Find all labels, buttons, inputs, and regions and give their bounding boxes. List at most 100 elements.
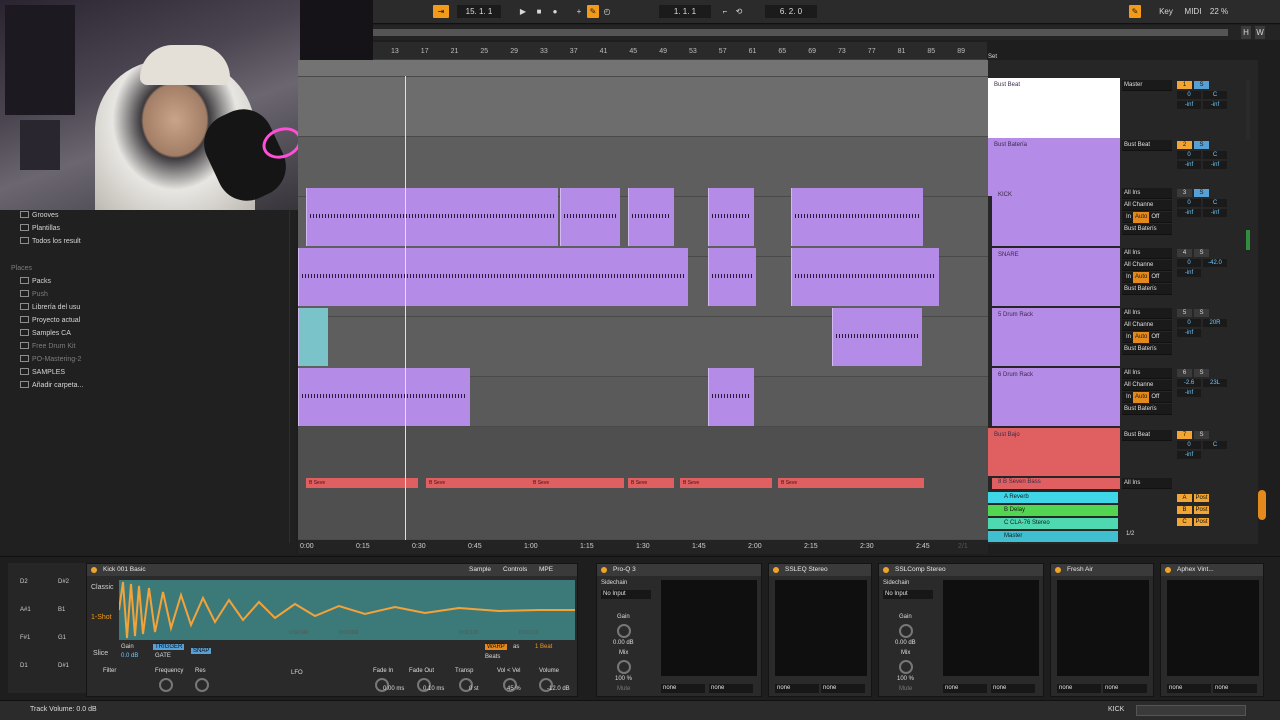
- master-routing[interactable]: 1/2: [1126, 531, 1134, 537]
- track-snare[interactable]: SNARE: [992, 248, 1120, 306]
- filter-toggle[interactable]: Filter: [103, 668, 116, 674]
- send-a[interactable]: -inf: [1177, 161, 1201, 169]
- mix-value[interactable]: 100 %: [615, 676, 632, 682]
- solo-button[interactable]: S: [1194, 189, 1209, 197]
- clip-snare[interactable]: [791, 248, 939, 306]
- send-b[interactable]: -inf: [1203, 209, 1227, 217]
- track-drum-rack-5[interactable]: 5 Drum Rack: [992, 308, 1120, 366]
- send-b[interactable]: -inf: [1203, 101, 1227, 109]
- device-title[interactable]: Aphex Vint...: [1161, 564, 1263, 576]
- overdub-icon[interactable]: +: [573, 5, 585, 18]
- device-activator-icon[interactable]: [601, 567, 607, 573]
- clip-bass[interactable]: B Seve: [530, 478, 624, 488]
- playhead[interactable]: [405, 76, 406, 542]
- browser-item-samples-ca[interactable]: Samples CA: [20, 328, 71, 340]
- loop-length-field[interactable]: 6. 2. 0: [765, 5, 817, 18]
- waveform-display[interactable]: 0:00:040 0:00:060 0:00:100 0:00:120: [118, 580, 575, 640]
- volume-value[interactable]: -12.0 dB: [547, 686, 570, 692]
- clip-bass[interactable]: B Seve: [778, 478, 924, 488]
- arrangement-view[interactable]: B Seve B Seve B Seve B Seve B Seve B Sev…: [298, 60, 988, 540]
- session-icon[interactable]: ◴: [601, 5, 613, 18]
- clip-kick[interactable]: [306, 188, 558, 246]
- input-type-select[interactable]: All Ins: [1122, 188, 1172, 199]
- post-button[interactable]: Post: [1194, 518, 1209, 526]
- mix-knob[interactable]: [899, 660, 913, 674]
- input-channel-select[interactable]: All Channe: [1122, 320, 1172, 331]
- mode-slice[interactable]: Slice: [93, 650, 108, 657]
- clip-bass[interactable]: B Seve: [306, 478, 418, 488]
- input-channel-select[interactable]: All Channe: [1122, 380, 1172, 391]
- track-bust-beat[interactable]: Bust Beat: [988, 78, 1120, 138]
- output-select[interactable]: Bust Baterís: [1122, 224, 1172, 235]
- lane-bust-beat[interactable]: [298, 60, 988, 77]
- pan-field[interactable]: C: [1203, 151, 1227, 159]
- gain-value[interactable]: 0.00 dB: [613, 640, 634, 646]
- pad[interactable]: D#1: [58, 663, 69, 669]
- device-title[interactable]: Pro-Q 3: [597, 564, 761, 576]
- monitor-switch[interactable]: In Auto Off: [1122, 272, 1172, 283]
- input-channel-select[interactable]: All Channe: [1122, 200, 1172, 211]
- pad[interactable]: G1: [58, 635, 66, 641]
- solo-button[interactable]: S: [1194, 81, 1209, 89]
- pan-field[interactable]: C: [1203, 441, 1227, 449]
- pan-field[interactable]: -42.0: [1203, 259, 1227, 267]
- input-type-select[interactable]: All Ins: [1122, 478, 1172, 489]
- track-kick[interactable]: KICK: [992, 188, 1120, 246]
- mode-classic[interactable]: Classic: [91, 584, 114, 591]
- browser-item-push[interactable]: Push: [20, 289, 48, 301]
- solo-button[interactable]: S: [1194, 141, 1209, 149]
- device-title[interactable]: SSLComp Stereo: [879, 564, 1043, 576]
- output-select[interactable]: Master: [1122, 80, 1172, 91]
- send-b[interactable]: -inf: [1203, 161, 1227, 169]
- browser-item-free-drum-kit[interactable]: Free Drum Kit: [20, 341, 76, 353]
- pad[interactable]: D2: [20, 579, 28, 585]
- device-activator-icon[interactable]: [883, 567, 889, 573]
- device-title[interactable]: Fresh Air: [1051, 564, 1153, 576]
- track-bust-bajo[interactable]: Bust Bajo: [988, 428, 1120, 476]
- selected-track-name[interactable]: KICK: [1108, 706, 1124, 713]
- clip-drum-rack-5[interactable]: [832, 308, 922, 366]
- mix-knob[interactable]: [617, 660, 631, 674]
- send-a[interactable]: -inf: [1177, 451, 1201, 459]
- lane-bust-bateria[interactable]: [298, 77, 988, 137]
- device-activator-icon[interactable]: [773, 567, 779, 573]
- track-activator[interactable]: 4: [1177, 249, 1192, 257]
- pad[interactable]: D1: [20, 663, 28, 669]
- output-select[interactable]: Bust Baterís: [1122, 344, 1172, 355]
- gain-value[interactable]: 0.00 dB: [895, 640, 916, 646]
- time-ruler[interactable]: 2/1 0:00 0:15 0:30 0:45 1:00 1:15 1:30 1:45 2:00…: [298, 540, 988, 554]
- tab-mpe[interactable]: MPE: [539, 564, 553, 576]
- arrangement-overview[interactable]: H W: [373, 25, 1280, 40]
- plugin-display[interactable]: [943, 580, 1039, 676]
- post-button[interactable]: Post: [1194, 494, 1209, 502]
- pan-field[interactable]: C: [1203, 91, 1227, 99]
- browser-item-current-project[interactable]: Proyecto actual: [20, 315, 80, 327]
- track-activator[interactable]: 1: [1177, 81, 1192, 89]
- record-icon[interactable]: ●: [549, 5, 561, 18]
- device-title[interactable]: SSLEQ Stereo: [769, 564, 871, 576]
- sidechain-input-select[interactable]: No Input: [883, 590, 933, 599]
- track-activator[interactable]: 7: [1177, 431, 1192, 439]
- param-select[interactable]: none: [1057, 684, 1101, 693]
- volume-field[interactable]: 0: [1177, 199, 1201, 207]
- device-activator-icon[interactable]: [91, 567, 97, 573]
- fade-in-value[interactable]: 0.00 ms: [383, 686, 404, 692]
- output-select[interactable]: Bust Beat: [1122, 140, 1172, 151]
- volume-field[interactable]: 0: [1177, 441, 1201, 449]
- gate-button[interactable]: GATE: [153, 653, 173, 659]
- volume-field[interactable]: 0: [1177, 91, 1201, 99]
- device-title[interactable]: Kick 001 Basic Sample Controls MPE: [87, 564, 577, 576]
- tempo-field[interactable]: 15. 1. 1: [457, 5, 501, 18]
- param-select[interactable]: none: [1167, 684, 1211, 693]
- browser-item-grooves[interactable]: Grooves: [20, 210, 58, 222]
- track-drum-rack-6[interactable]: 6 Drum Rack: [992, 368, 1120, 426]
- return-track-c[interactable]: C CLA-76 Stereo: [988, 518, 1118, 529]
- monitor-switch[interactable]: In Auto Off: [1122, 392, 1172, 403]
- track-activator[interactable]: 5: [1177, 309, 1192, 317]
- send-a[interactable]: -inf: [1177, 209, 1201, 217]
- param-select[interactable]: none: [1103, 684, 1147, 693]
- browser-item-samples[interactable]: SAMPLES: [20, 367, 65, 379]
- mix-value[interactable]: 100 %: [897, 676, 914, 682]
- param-select[interactable]: none: [709, 684, 753, 693]
- clip-bass[interactable]: B Seve: [628, 478, 674, 488]
